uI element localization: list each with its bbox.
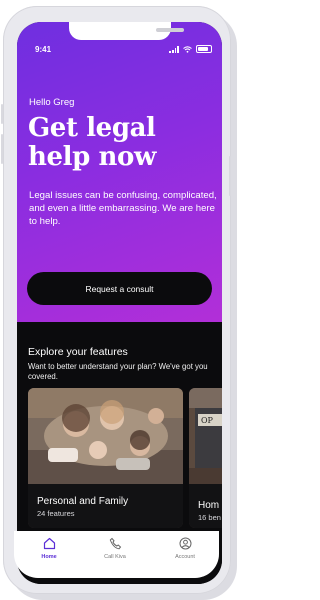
- tab-account[interactable]: Account: [160, 535, 210, 560]
- hero-description: Legal issues can be confusing, complicat…: [29, 190, 217, 227]
- account-icon: [160, 535, 210, 551]
- request-consult-button[interactable]: Request a consult: [27, 272, 212, 305]
- features-title: Explore your features: [28, 346, 128, 358]
- greeting-text: Hello Greg: [29, 97, 75, 108]
- side-button: [229, 156, 231, 196]
- home-photo-image: OP: [189, 388, 222, 484]
- card-feature-count: 24 features: [37, 509, 75, 518]
- battery-icon: [196, 45, 212, 53]
- status-icons: [169, 45, 212, 53]
- svg-text:OP: OP: [201, 416, 214, 425]
- tab-label: Call Kiva: [104, 554, 126, 560]
- card-feature-count: 16 ben: [198, 513, 221, 522]
- device-notch: [69, 22, 184, 40]
- phone-frame: 9:41 Hello Greg Get legal help now Legal…: [1, 6, 231, 594]
- card-title: Hom: [198, 500, 220, 511]
- app-screen: 9:41 Hello Greg Get legal help now Legal…: [17, 22, 222, 584]
- features-subtitle: Want to better understand your plan? We'…: [28, 362, 208, 381]
- speaker-grille: [156, 28, 184, 32]
- wifi-icon: [183, 45, 192, 53]
- page-title: Get legal help now: [28, 113, 156, 172]
- side-button: [1, 104, 3, 124]
- home-icon: [24, 535, 74, 551]
- tab-label: Home: [41, 554, 57, 560]
- cellular-signal-icon: [169, 45, 179, 53]
- status-time: 9:41: [35, 45, 52, 54]
- side-button: [1, 134, 3, 164]
- family-photo-image: [28, 388, 183, 484]
- feature-card-personal-family[interactable]: [28, 388, 183, 528]
- tab-call-kiva[interactable]: Call Kiva: [90, 535, 140, 560]
- bottom-tab-bar: Home Call Kiva Account: [14, 531, 219, 578]
- phone-icon: [90, 535, 140, 551]
- tab-home[interactable]: Home: [24, 535, 74, 560]
- card-title: Personal and Family: [37, 496, 129, 507]
- tab-label: Account: [175, 554, 195, 560]
